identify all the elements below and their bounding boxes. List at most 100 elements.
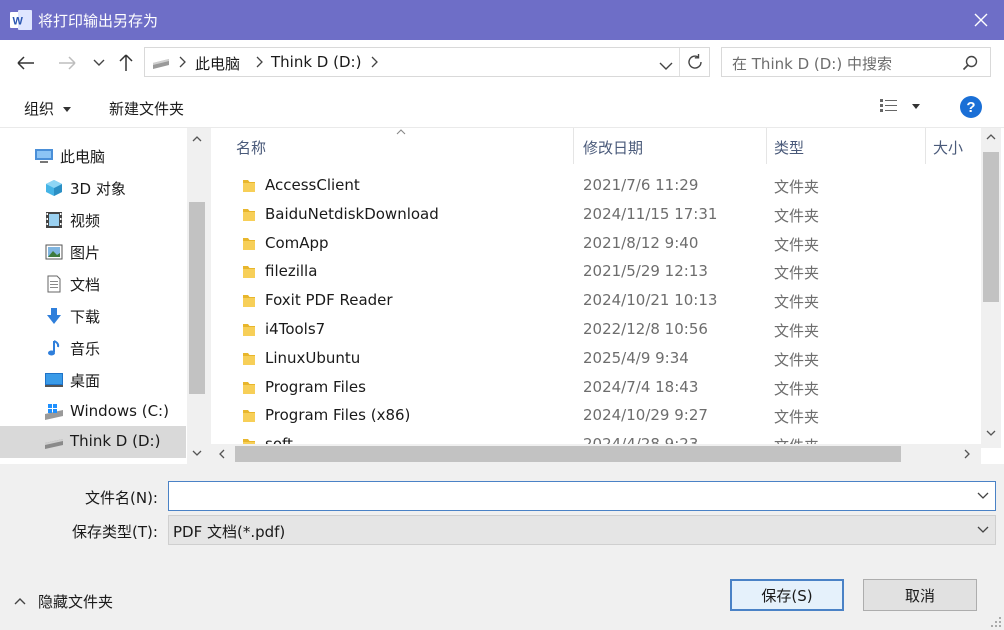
forward-arrow-icon [59, 56, 76, 70]
video-icon [46, 212, 62, 228]
title-bar: W 将打印输出另存为 [0, 0, 1004, 40]
file-date: 2021/7/6 11:29 [583, 176, 699, 194]
address-bar[interactable]: 此电脑 Think D (D:) [144, 47, 710, 77]
file-type: 文件夹 [774, 235, 820, 254]
address-history-dropdown[interactable] [659, 57, 673, 75]
navigation-pane: 此电脑 3D 对象 视频 图片 文档 下载 音乐 桌面 Windows (C:)… [0, 128, 207, 464]
command-bar: 组织 新建文件夹 ? [0, 86, 1004, 128]
file-list-hscroll-thumb[interactable] [235, 446, 901, 462]
nav-item-windows-c[interactable]: Windows (C:) [0, 396, 186, 428]
nav-label: 桌面 [70, 372, 101, 390]
nav-item-think-d[interactable]: Think D (D:) [0, 426, 186, 458]
up-button[interactable] [115, 52, 137, 74]
file-date: 2024/7/4 18:43 [583, 377, 699, 396]
column-header-date[interactable]: 修改日期 [574, 128, 766, 164]
file-type: 文件夹 [774, 379, 820, 398]
file-row[interactable]: AccessClient 2021/7/6 11:29 文件夹 [211, 172, 971, 201]
nav-item-music[interactable]: 音乐 [0, 332, 186, 364]
save-button[interactable]: 保存(S) [730, 579, 844, 611]
file-name: ComApp [265, 233, 329, 252]
file-date: 2021/5/29 12:13 [583, 262, 708, 281]
new-folder-button[interactable]: 新建文件夹 [109, 98, 184, 119]
file-list-hscrollbar[interactable] [211, 444, 981, 464]
chevron-down-icon[interactable] [977, 492, 989, 500]
filename-field[interactable] [168, 481, 996, 511]
pictures-icon [45, 244, 63, 260]
recent-locations-button[interactable] [88, 52, 110, 74]
column-header-name[interactable]: 名称 [211, 128, 573, 164]
nav-item-videos[interactable]: 视频 [0, 204, 186, 236]
back-button[interactable] [15, 52, 37, 74]
nav-item-this-pc[interactable]: 此电脑 [0, 140, 186, 172]
scroll-up-icon [192, 136, 202, 142]
svg-text:W: W [13, 16, 24, 28]
download-icon [47, 308, 61, 324]
file-list-vscrollbar[interactable] [981, 128, 1001, 448]
window-title: 将打印输出另存为 [38, 12, 159, 30]
up-arrow-icon [119, 54, 133, 71]
scroll-up-icon [986, 134, 996, 140]
nav-label: 此电脑 [60, 148, 106, 166]
scroll-left-icon [219, 449, 225, 459]
nav-label: 音乐 [70, 340, 101, 358]
nav-label: 图片 [70, 244, 101, 262]
folder-icon [243, 266, 255, 279]
computer-icon [35, 149, 53, 163]
file-row[interactable]: filezilla 2021/5/29 12:13 文件夹 [211, 258, 971, 287]
file-row[interactable]: LinuxUbuntu 2025/4/9 9:34 文件夹 [211, 345, 971, 374]
file-row[interactable]: Program Files 2024/7/4 18:43 文件夹 [211, 374, 971, 403]
nav-item-pictures[interactable]: 图片 [0, 236, 186, 268]
refresh-icon [687, 54, 702, 69]
nav-item-3d-objects[interactable]: 3D 对象 [0, 172, 186, 204]
organize-label: 组织 [24, 100, 55, 118]
filetype-value: PDF 文档(*.pdf) [173, 523, 286, 541]
chevron-right-icon [179, 56, 186, 68]
breadcrumb-drive-d[interactable]: Think D (D:) [271, 53, 361, 71]
file-list-vscroll-thumb[interactable] [983, 152, 999, 302]
view-options-button[interactable] [879, 98, 920, 118]
resize-grip-icon[interactable] [990, 616, 1002, 628]
folder-icon [243, 237, 255, 250]
nav-scrollbar[interactable] [187, 128, 207, 464]
search-box[interactable]: 在 Think D (D:) 中搜索 [721, 47, 991, 77]
file-row[interactable]: Foxit PDF Reader 2024/10/21 10:13 文件夹 [211, 287, 971, 316]
file-row[interactable]: Program Files (x86) 2024/10/29 9:27 文件夹 [211, 402, 971, 431]
column-header-size[interactable]: 大小 [926, 128, 986, 164]
close-button[interactable] [958, 0, 1004, 40]
nav-item-downloads[interactable]: 下载 [0, 300, 186, 332]
details-view-icon [880, 99, 897, 112]
refresh-button[interactable] [679, 48, 709, 76]
file-list: 名称 修改日期 类型 大小 AccessClient 2021/7/6 11:29… [211, 128, 1004, 464]
cancel-button[interactable]: 取消 [863, 579, 977, 611]
forward-button[interactable] [56, 52, 78, 74]
file-name: LinuxUbuntu [265, 348, 361, 367]
file-type: 文件夹 [774, 322, 820, 340]
filename-input[interactable] [169, 482, 959, 510]
nav-item-desktop[interactable]: 桌面 [0, 364, 186, 396]
breadcrumb-this-pc[interactable]: 此电脑 [195, 53, 240, 74]
scroll-down-icon [192, 450, 202, 456]
folder-icon [243, 180, 255, 192]
nav-item-documents[interactable]: 文档 [0, 268, 186, 300]
nav-scroll-thumb[interactable] [189, 202, 205, 394]
file-date: 2024/10/29 9:27 [583, 406, 708, 425]
file-row[interactable]: BaiduNetdiskDownload 2024/11/15 17:31 文件夹 [211, 201, 971, 230]
column-label: 大小 [933, 139, 964, 157]
column-label: 名称 [236, 139, 267, 157]
desktop-icon [45, 373, 63, 387]
column-label: 修改日期 [583, 139, 644, 157]
column-header-type[interactable]: 类型 [767, 128, 925, 164]
help-button[interactable]: ? [960, 96, 982, 118]
file-row[interactable]: ComApp 2021/8/12 9:40 文件夹 [211, 230, 971, 259]
file-date: 2024/10/21 10:13 [583, 291, 718, 310]
organize-menu[interactable]: 组织 [24, 98, 71, 119]
file-row[interactable]: i4Tools7 2022/12/8 10:56 文件夹 [211, 316, 971, 345]
nav-label: 文档 [70, 276, 101, 294]
folder-icon [243, 381, 255, 394]
file-type: 文件夹 [774, 408, 820, 427]
filetype-select[interactable]: PDF 文档(*.pdf) [168, 515, 996, 545]
chevron-right-icon [256, 56, 263, 68]
windows-drive-icon [45, 404, 63, 420]
search-placeholder: 在 Think D (D:) 中搜索 [732, 55, 892, 73]
help-icon: ? [966, 98, 976, 116]
